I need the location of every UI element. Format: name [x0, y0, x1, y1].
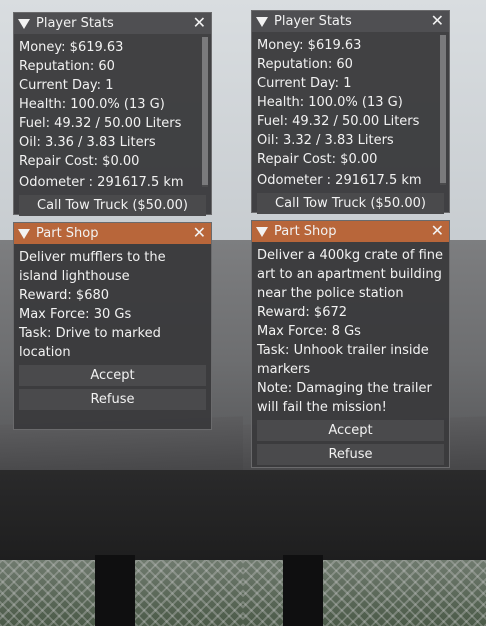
accept-button[interactable]: Accept — [257, 420, 444, 441]
repair-cost-text: Repair Cost: $0.00 — [19, 154, 140, 169]
player-stats-panel: Player Stats ✕ Money: $619.63 Reputation… — [251, 10, 450, 214]
close-icon[interactable]: ✕ — [193, 225, 206, 241]
player-stats-panel: Player Stats ✕ Money: $619.63 Reputation… — [13, 12, 212, 216]
reputation-text: Reputation: 60 — [257, 57, 353, 72]
close-icon[interactable]: ✕ — [431, 223, 444, 239]
fuel-text: Fuel: 49.32 / 50.00 Liters — [19, 116, 182, 131]
health-text: Health: 100.0% (13 G) — [257, 95, 403, 110]
pillar — [95, 555, 135, 626]
scrollbar[interactable] — [202, 37, 208, 187]
max-force-text: Max Force: 8 Gs — [257, 324, 361, 339]
oil-text: Oil: 3.32 / 3.83 Liters — [257, 133, 394, 148]
panel-title: Part Shop — [36, 226, 99, 241]
refuse-button[interactable]: Refuse — [19, 389, 206, 410]
panel-title: Player Stats — [36, 16, 114, 31]
oil-text: Oil: 3.36 / 3.83 Liters — [19, 135, 156, 150]
refuse-button[interactable]: Refuse — [257, 444, 444, 465]
left-screenshot: Player Stats ✕ Money: $619.63 Reputation… — [0, 0, 243, 626]
part-shop-titlebar[interactable]: Part Shop ✕ — [14, 223, 211, 244]
reward-text: Reward: $680 — [19, 288, 110, 303]
money-text: Money: $619.63 — [257, 38, 362, 53]
panel-title: Player Stats — [274, 14, 352, 29]
panel-title: Part Shop — [274, 224, 337, 239]
scrollbar-thumb[interactable] — [202, 37, 208, 185]
right-screenshot: Player Stats ✕ Money: $619.63 Reputation… — [243, 0, 486, 626]
player-stats-titlebar[interactable]: Player Stats ✕ — [14, 13, 211, 34]
part-shop-panel: Part Shop ✕ Deliver a 400kg crate of fin… — [251, 220, 450, 468]
task-text: Task: Drive to marked location — [19, 326, 161, 360]
collapse-triangle-icon[interactable] — [256, 16, 268, 27]
odometer-text: Odometer : 291617.5 km — [19, 175, 184, 190]
pillar — [283, 555, 323, 626]
collapse-triangle-icon[interactable] — [18, 228, 30, 239]
reward-text: Reward: $672 — [257, 305, 348, 320]
close-icon[interactable]: ✕ — [193, 15, 206, 31]
collapse-triangle-icon[interactable] — [18, 18, 30, 29]
reputation-text: Reputation: 60 — [19, 59, 115, 74]
current-day-text: Current Day: 1 — [257, 76, 352, 91]
mission-description: Deliver a 400kg crate of fine art to an … — [257, 248, 443, 301]
part-shop-titlebar[interactable]: Part Shop ✕ — [252, 221, 449, 242]
note-text: Note: Damaging the trailer will fail the… — [257, 381, 432, 415]
health-text: Health: 100.0% (13 G) — [19, 97, 165, 112]
fuel-text: Fuel: 49.32 / 50.00 Liters — [257, 114, 420, 129]
player-stats-titlebar[interactable]: Player Stats ✕ — [252, 11, 449, 32]
collapse-triangle-icon[interactable] — [256, 226, 268, 237]
scrollbar[interactable] — [440, 35, 446, 185]
scrollbar-thumb[interactable] — [440, 35, 446, 183]
accept-button[interactable]: Accept — [19, 365, 206, 386]
money-text: Money: $619.63 — [19, 40, 124, 55]
task-text: Task: Unhook trailer inside markers — [257, 343, 429, 377]
call-tow-truck-button[interactable]: Call Tow Truck ($50.00) — [257, 193, 444, 214]
chainlink-fence — [243, 560, 486, 626]
repair-cost-text: Repair Cost: $0.00 — [257, 152, 378, 167]
call-tow-truck-button[interactable]: Call Tow Truck ($50.00) — [19, 195, 206, 216]
max-force-text: Max Force: 30 Gs — [19, 307, 132, 322]
odometer-text: Odometer : 291617.5 km — [257, 173, 422, 188]
mission-description: Deliver mufflers to the island lighthous… — [19, 250, 166, 284]
game-scene: Player Stats ✕ Money: $619.63 Reputation… — [0, 0, 486, 626]
current-day-text: Current Day: 1 — [19, 78, 114, 93]
close-icon[interactable]: ✕ — [431, 13, 444, 29]
part-shop-panel: Part Shop ✕ Deliver mufflers to the isla… — [13, 222, 212, 430]
